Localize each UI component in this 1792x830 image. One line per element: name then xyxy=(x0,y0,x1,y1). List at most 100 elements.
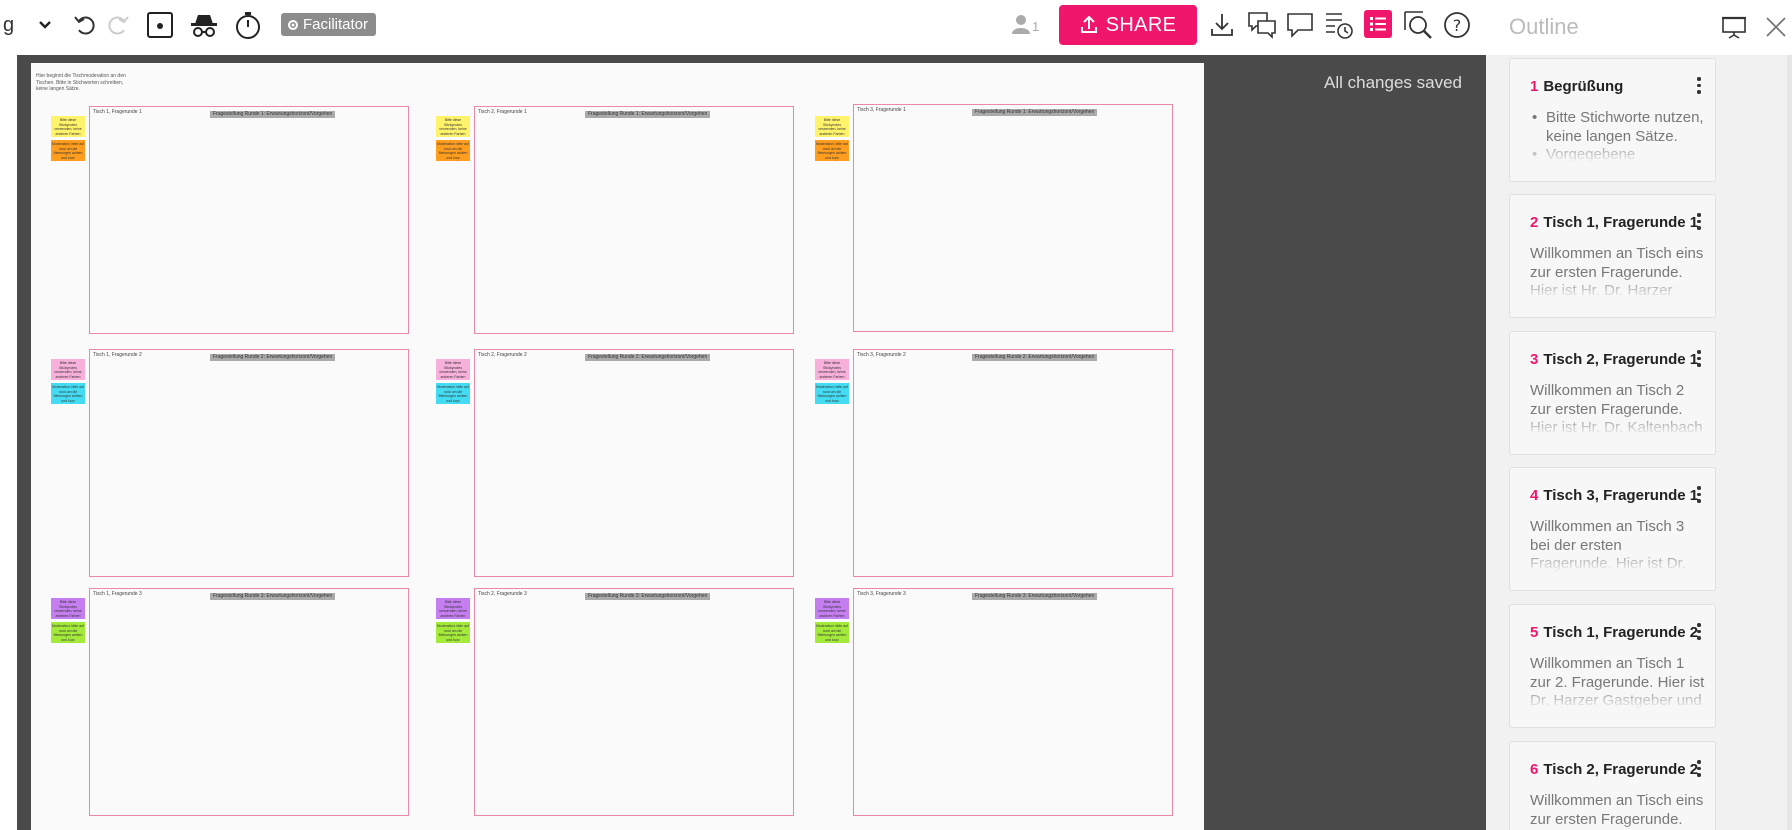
table-frame[interactable]: Tisch 1, Fragerunde 1 Fragestellung Runde… xyxy=(89,106,409,334)
sticky-note[interactable]: Bitte diese Stickynotes verwenden, keine… xyxy=(815,598,849,619)
outline-header: Outline xyxy=(1486,0,1792,55)
outline-card-heading: 4 Tisch 3, Fragerunde 1 xyxy=(1530,487,1715,504)
download-icon[interactable] xyxy=(1209,8,1235,42)
frame-title: Tisch 1, Fragerunde 1 xyxy=(93,109,142,115)
sticky-note[interactable]: Moderation: bitte auf rund um die Meinun… xyxy=(815,622,849,643)
chevron-down-icon[interactable] xyxy=(38,8,52,42)
chat-icon[interactable] xyxy=(1286,8,1314,42)
sticky-note[interactable]: Moderation: bitte auf rund um die Meinun… xyxy=(51,140,85,161)
close-icon[interactable] xyxy=(1764,15,1788,44)
participants-indicator[interactable]: 1 xyxy=(1012,14,1039,34)
outline-icon[interactable] xyxy=(1364,10,1392,38)
table-frame[interactable]: Tisch 1, Fragerunde 3 Fragestellung Runde… xyxy=(89,588,409,816)
outline-card-body: Willkommen an Tisch eins zur ersten Frag… xyxy=(1530,245,1706,299)
frame-title: Tisch 3, Fragerunde 3 xyxy=(857,591,906,597)
table-frame[interactable]: Tisch 3, Fragerunde 1 Fragestellung Runde… xyxy=(853,104,1173,332)
undo-icon[interactable] xyxy=(73,8,97,42)
zoom-icon[interactable] xyxy=(1403,8,1433,42)
sticky-note[interactable]: Bitte diese Stickynotes verwenden, keine… xyxy=(815,116,849,137)
sticky-note[interactable]: Bitte diese Stickynotes verwenden, keine… xyxy=(436,116,470,137)
share-button[interactable]: SHARE xyxy=(1059,5,1197,45)
outline-card-title: Tisch 2, Fragerunde 2 xyxy=(1543,761,1699,778)
sticky-note[interactable]: Bitte diese Stickynotes verwenden, keine… xyxy=(436,359,470,380)
board-sheet[interactable]: Hier beginnt die Tischmoderation an den … xyxy=(31,63,1204,830)
sticky-note[interactable]: Bitte diese Stickynotes verwenden, keine… xyxy=(436,598,470,619)
outline-card-body: Bitte Stichworte nutzen, keine langen Sä… xyxy=(1530,109,1706,163)
sticky-note[interactable]: Moderation: bitte auf rund um die Meinun… xyxy=(51,383,85,404)
frame-title: Tisch 3, Fragerunde 1 xyxy=(857,107,906,113)
sticky-note[interactable]: Moderation: bitte auf rund um die Meinun… xyxy=(436,140,470,161)
sticky-note[interactable]: Moderation: bitte auf rund um die Meinun… xyxy=(815,140,849,161)
dice-icon[interactable] xyxy=(146,8,174,42)
outline-card[interactable]: 1 Begrüßung Bitte Stichworte nutzen, kei… xyxy=(1509,58,1716,182)
frame-question-label[interactable]: Fragestellung Runde 1: Erwartungshorizon… xyxy=(210,111,336,118)
outline-bullet: Vorgegebene Stickynotes xyxy=(1530,146,1706,163)
board-canvas[interactable]: Hier beginnt die Tischmoderation an den … xyxy=(0,55,1486,830)
frame-question-label[interactable]: Fragestellung Runde 2: Erwartungshorizon… xyxy=(210,354,336,361)
more-options-icon[interactable] xyxy=(1697,486,1701,503)
outline-card-body: Willkommen an Tisch 1 zur 2. Fragerunde.… xyxy=(1530,655,1706,709)
facilitator-badge[interactable]: Facilitator xyxy=(281,13,377,36)
frame-title: Tisch 2, Fragerunde 2 xyxy=(478,352,527,358)
sticky-note[interactable]: Bitte diese Stickynotes verwenden, keine… xyxy=(51,116,85,137)
outline-card[interactable]: 6 Tisch 2, Fragerunde 2 Willkommen an Ti… xyxy=(1509,741,1716,830)
outline-card-title: Tisch 1, Fragerunde 2 xyxy=(1543,624,1699,641)
outline-card[interactable]: 3 Tisch 2, Fragerunde 1 Willkommen an Ti… xyxy=(1509,331,1716,455)
frame-question-label[interactable]: Fragestellung Runde 2: Erwartungshorizon… xyxy=(585,354,711,361)
outline-title: Outline xyxy=(1509,14,1579,39)
outline-card-heading: 5 Tisch 1, Fragerunde 2 xyxy=(1530,624,1715,641)
redo-icon[interactable] xyxy=(106,8,130,42)
board-menu-label[interactable]: g xyxy=(3,8,14,42)
outline-scrollbar[interactable] xyxy=(1787,55,1792,830)
sticky-note[interactable]: Bitte diese Stickynotes verwenden, keine… xyxy=(51,598,85,619)
outline-card-number: 4 xyxy=(1530,487,1539,504)
table-frame[interactable]: Tisch 2, Fragerunde 3 Fragestellung Runde… xyxy=(474,588,794,816)
comments-icon[interactable] xyxy=(1247,8,1277,42)
frame-question-label[interactable]: Fragestellung Runde 2: Erwartungshorizon… xyxy=(972,354,1098,361)
timer-icon[interactable] xyxy=(233,8,263,42)
participant-count: 1 xyxy=(1032,19,1040,34)
incognito-icon[interactable] xyxy=(190,8,218,42)
frame-question-label[interactable]: Fragestellung Runde 3: Erwartungshorizon… xyxy=(210,593,336,600)
frame-title: Tisch 1, Fragerunde 3 xyxy=(93,591,142,597)
table-frame[interactable]: Tisch 3, Fragerunde 2 Fragestellung Runde… xyxy=(853,349,1173,577)
sticky-note[interactable]: Moderation: bitte auf rund um die Meinun… xyxy=(436,622,470,643)
table-frame[interactable]: Tisch 1, Fragerunde 2 Fragestellung Runde… xyxy=(89,349,409,577)
more-options-icon[interactable] xyxy=(1697,760,1701,777)
table-frame[interactable]: Tisch 2, Fragerunde 2 Fragestellung Runde… xyxy=(474,349,794,577)
outline-card-number: 2 xyxy=(1530,214,1539,231)
table-frame[interactable]: Tisch 2, Fragerunde 1 Fragestellung Runde… xyxy=(474,106,794,334)
outline-card-heading: 1 Begrüßung xyxy=(1530,78,1715,95)
frame-title: Tisch 1, Fragerunde 2 xyxy=(93,352,142,358)
presentation-icon[interactable] xyxy=(1721,14,1747,45)
sticky-note[interactable]: Moderation: bitte auf rund um die Meinun… xyxy=(51,622,85,643)
frame-question-label[interactable]: Fragestellung Runde 3: Erwartungshorizon… xyxy=(972,593,1098,600)
intro-note[interactable]: Hier beginnt die Tischmoderation an den … xyxy=(36,73,126,93)
frame-question-label[interactable]: Fragestellung Runde 3: Erwartungshorizon… xyxy=(585,593,711,600)
frame-question-label[interactable]: Fragestellung Runde 1: Erwartungshorizon… xyxy=(585,111,711,118)
outline-bullet: Bitte Stichworte nutzen, keine langen Sä… xyxy=(1530,109,1706,146)
outline-card[interactable]: 5 Tisch 1, Fragerunde 2 Willkommen an Ti… xyxy=(1509,604,1716,728)
table-frame[interactable]: Tisch 3, Fragerunde 3 Fragestellung Runde… xyxy=(853,588,1173,816)
sticky-note[interactable]: Bitte diese Stickynotes verwenden, keine… xyxy=(51,359,85,380)
svg-text:?: ? xyxy=(1453,16,1462,35)
sticky-note[interactable]: Bitte diese Stickynotes verwenden, keine… xyxy=(815,359,849,380)
outline-card[interactable]: 4 Tisch 3, Fragerunde 1 Willkommen an Ti… xyxy=(1509,467,1716,591)
sticky-note[interactable]: Moderation: bitte auf rund um die Meinun… xyxy=(815,383,849,404)
outline-card[interactable]: 2 Tisch 1, Fragerunde 1 Willkommen an Ti… xyxy=(1509,194,1716,318)
gear-icon xyxy=(288,19,298,30)
more-options-icon[interactable] xyxy=(1697,213,1701,230)
outline-card-body: Willkommen an Tisch 2 zur ersten Frageru… xyxy=(1530,382,1706,436)
more-options-icon[interactable] xyxy=(1697,77,1701,94)
more-options-icon[interactable] xyxy=(1697,623,1701,640)
sticky-note[interactable]: Moderation: bitte auf rund um die Meinun… xyxy=(436,383,470,404)
facilitator-label: Facilitator xyxy=(303,16,369,33)
outline-panel: Outline 1 Begrüßung Bitte Stichworte nut… xyxy=(1486,0,1792,830)
more-options-icon[interactable] xyxy=(1697,350,1701,367)
frame-question-label[interactable]: Fragestellung Runde 1: Erwartungshorizon… xyxy=(972,109,1098,116)
history-icon[interactable] xyxy=(1324,8,1354,42)
outline-card-body: Willkommen an Tisch 3 bei der ersten Fra… xyxy=(1530,518,1706,572)
frame-title: Tisch 2, Fragerunde 3 xyxy=(478,591,527,597)
help-icon[interactable]: ? xyxy=(1443,8,1471,42)
outline-card-number: 6 xyxy=(1530,761,1539,778)
